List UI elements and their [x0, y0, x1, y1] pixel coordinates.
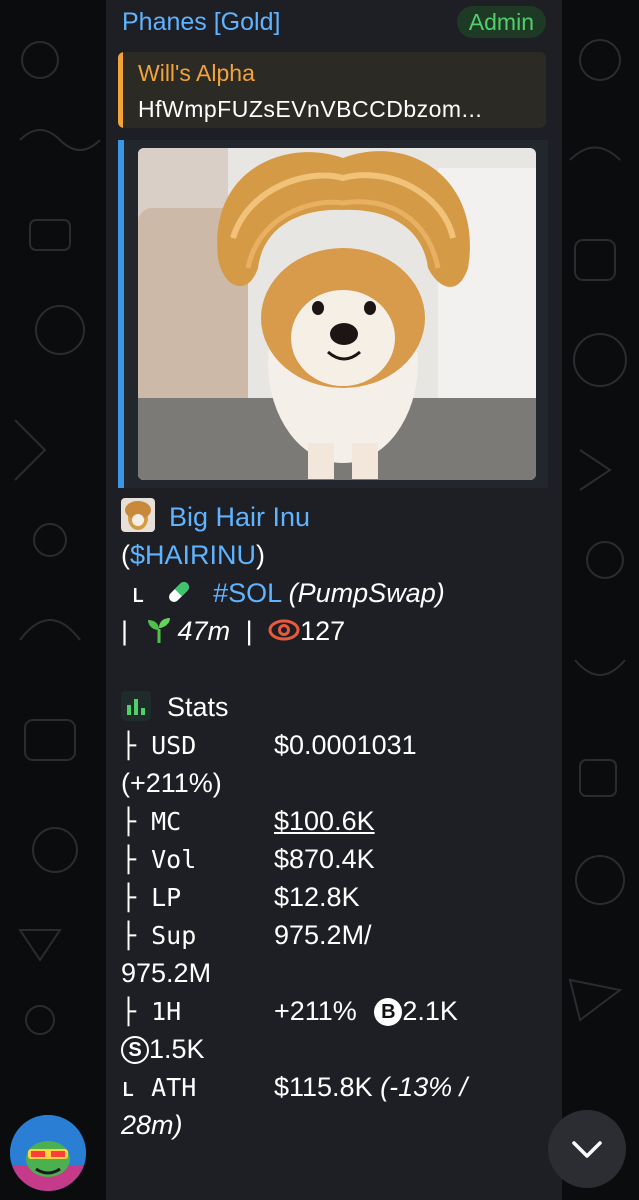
pill-icon: [164, 577, 194, 607]
stats-heading: Stats: [167, 692, 229, 722]
stat-value-vol: $870.4K: [274, 844, 375, 874]
dog-photo[interactable]: [138, 148, 536, 480]
stat-sells: S 1.5K: [121, 1030, 551, 1068]
stat-label-usd: ├ USD: [121, 731, 197, 760]
stat-sup: ├ Sup 975.2M/: [121, 916, 551, 954]
stat-label-vol: ├ Vol: [121, 845, 197, 874]
stat-vol: ├ Vol $870.4K: [121, 840, 551, 878]
stat-sup-total: 975.2M: [121, 954, 551, 992]
stat-value-usd: $0.0001031: [274, 730, 417, 760]
stat-lp: ├ LP $12.8K: [121, 878, 551, 916]
stat-sup-total-value: 975.2M: [121, 958, 212, 988]
stat-buys-1h: 2.1K: [402, 996, 458, 1026]
stat-label-mc: ├ MC: [121, 807, 182, 836]
ticker-line: ($HAIRINU): [121, 540, 266, 570]
admin-badge: Admin: [456, 6, 546, 38]
token-avatar: [121, 498, 155, 532]
separator-2: |: [245, 616, 253, 646]
seedling-icon: [144, 615, 174, 645]
reply-preview[interactable]: Will's Alpha HfWmpFUZsEVnVBCCDbzom...: [118, 52, 546, 128]
separator: |: [121, 616, 129, 646]
stat-usd: ├ USD $0.0001031: [121, 726, 551, 764]
stat-label-sup: ├ Sup: [121, 921, 197, 950]
chevron-down-icon: [572, 1141, 602, 1158]
stat-label-lp: ├ LP: [121, 883, 182, 912]
message-body: Big Hair Inu ($HAIRINU) ʟ #SOL (PumpSwap…: [121, 498, 551, 1144]
stat-ath: ʟ ATH $115.8K (-13% /: [121, 1068, 551, 1106]
stat-sells-1h: 1.5K: [149, 1034, 205, 1064]
media-preview[interactable]: [118, 140, 548, 488]
stat-usd-change: (+211%): [121, 764, 551, 802]
dex-name: (PumpSwap): [288, 578, 445, 608]
stat-value-lp: $12.8K: [274, 882, 360, 912]
media-accent-bar: [118, 140, 124, 488]
stat-1h: ├ 1H +211% B 2.1K: [121, 992, 551, 1030]
sender-avatar[interactable]: [10, 1115, 86, 1191]
chain-line: ʟ #SOL (PumpSwap): [121, 574, 551, 612]
stat-usd-change-value: (+211%): [121, 768, 222, 798]
reply-author: Will's Alpha: [138, 60, 255, 86]
stat-ath-time: 28m): [121, 1106, 551, 1144]
bar-chart-icon: [121, 691, 151, 721]
chain-hashtag[interactable]: #SOL: [213, 578, 281, 608]
buy-icon: B: [374, 998, 403, 1026]
stat-label-ath: ʟ ATH: [121, 1073, 197, 1102]
view-count: 127: [300, 616, 346, 646]
stat-value-ath: $115.8K: [274, 1072, 373, 1102]
reply-text: HfWmpFUZsEVnVBCCDbzom...: [138, 96, 483, 122]
stat-value-1h: +211%: [274, 996, 357, 1026]
token-name-link[interactable]: Big Hair Inu: [169, 502, 310, 532]
message-bubble[interactable]: Phanes [Gold] Admin Will's Alpha HfWmpFU…: [106, 0, 562, 1200]
stat-mc: ├ MC $100.6K: [121, 802, 551, 840]
stat-value-mc[interactable]: $100.6K: [274, 802, 375, 840]
eye-icon: [268, 615, 300, 645]
stat-ath-change: (-13% /: [380, 1072, 468, 1102]
stat-ath-time-value: 28m): [121, 1110, 183, 1140]
stat-label-1h: ├ 1H: [121, 997, 182, 1026]
scroll-down-button[interactable]: [548, 1110, 626, 1188]
token-age: 47m: [177, 616, 231, 646]
ticker-link[interactable]: $HAIRINU: [130, 540, 256, 570]
sell-icon: S: [121, 1036, 149, 1064]
tree-corner: ʟ: [131, 579, 147, 608]
stats-heading-line: Stats: [121, 688, 551, 726]
age-views-line: | 47m | 127: [121, 612, 551, 650]
stat-value-sup: 975.2M/: [274, 920, 372, 950]
sender-name[interactable]: Phanes [Gold]: [122, 8, 280, 37]
token-name-line: Big Hair Inu: [121, 498, 551, 536]
reply-accent-bar: [118, 52, 123, 128]
